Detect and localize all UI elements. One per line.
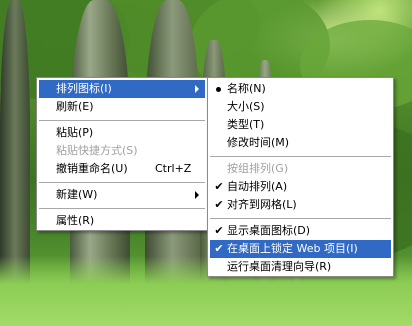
menu-item-label: 类型(T) (227, 118, 265, 131)
menu-item-label: 修改时间(M) (227, 136, 290, 149)
menu-item-label: 新建(W) (56, 188, 98, 201)
menu-item-sort-by-size[interactable]: 大小(S) (210, 98, 391, 116)
menu-item-new[interactable]: 新建(W) (39, 186, 205, 204)
checkmark-icon: ✔ (214, 224, 224, 237)
menu-separator (39, 182, 205, 184)
menu-item-label: 名称(N) (227, 82, 266, 95)
menu-separator (39, 208, 205, 210)
arrange-icons-submenu: 名称(N) 大小(S) 类型(T) 修改时间(M) 按组排列(G) ✔ 自动排列… (207, 77, 394, 277)
menu-item-label: 粘贴(P) (56, 126, 94, 139)
menu-item-properties[interactable]: 属性(R) (39, 212, 205, 230)
submenu-arrow-icon (195, 191, 199, 199)
menu-item-paste-shortcut[interactable]: 粘贴快捷方式(S) (39, 142, 205, 160)
menu-item-arrange-icons[interactable]: 排列图标(I) (39, 80, 205, 98)
menu-separator (210, 156, 391, 158)
menu-item-label: 运行桌面清理向导(R) (227, 260, 332, 273)
menu-item-label: 刷新(E) (56, 100, 94, 113)
menu-item-lock-web-items[interactable]: ✔ 在桌面上锁定 Web 项目(I) (210, 240, 391, 258)
menu-item-label: 大小(S) (227, 100, 265, 113)
radio-bullet-icon (216, 87, 221, 92)
menu-item-sort-by-name[interactable]: 名称(N) (210, 80, 391, 98)
menu-item-sort-by-modified[interactable]: 修改时间(M) (210, 134, 391, 152)
desktop-context-menu: 排列图标(I) 刷新(E) 粘贴(P) 粘贴快捷方式(S) 撤销重命名(U) C… (36, 77, 208, 231)
menu-item-label: 属性(R) (56, 214, 95, 227)
menu-item-show-in-groups[interactable]: 按组排列(G) (210, 160, 391, 178)
menu-item-label: 显示桌面图标(D) (227, 224, 311, 237)
menu-item-label: 按组排列(G) (227, 162, 289, 175)
menu-separator (39, 120, 205, 122)
checkmark-icon: ✔ (214, 242, 224, 255)
menu-item-paste[interactable]: 粘贴(P) (39, 124, 205, 142)
menu-item-label: 自动排列(A) (227, 180, 288, 193)
checkmark-icon: ✔ (214, 180, 224, 193)
menu-item-sort-by-type[interactable]: 类型(T) (210, 116, 391, 134)
menu-item-show-desktop-icons[interactable]: ✔ 显示桌面图标(D) (210, 222, 391, 240)
menu-item-desktop-cleanup-wizard[interactable]: 运行桌面清理向导(R) (210, 258, 391, 276)
menu-item-label: 对齐到网格(L) (227, 198, 297, 211)
submenu-arrow-icon (195, 85, 199, 93)
menu-item-refresh[interactable]: 刷新(E) (39, 98, 205, 116)
menu-item-shortcut: Ctrl+Z (155, 162, 192, 175)
menu-item-auto-arrange[interactable]: ✔ 自动排列(A) (210, 178, 391, 196)
menu-item-label: 在桌面上锁定 Web 项目(I) (227, 242, 358, 255)
menu-item-label: 粘贴快捷方式(S) (56, 144, 138, 157)
menu-item-align-to-grid[interactable]: ✔ 对齐到网格(L) (210, 196, 391, 214)
menu-separator (210, 218, 391, 220)
checkmark-icon: ✔ (214, 198, 224, 211)
menu-item-label: 排列图标(I) (56, 82, 112, 95)
menu-item-undo-rename[interactable]: 撤销重命名(U) Ctrl+Z (39, 160, 205, 178)
menu-item-label: 撤销重命名(U) (56, 162, 128, 175)
